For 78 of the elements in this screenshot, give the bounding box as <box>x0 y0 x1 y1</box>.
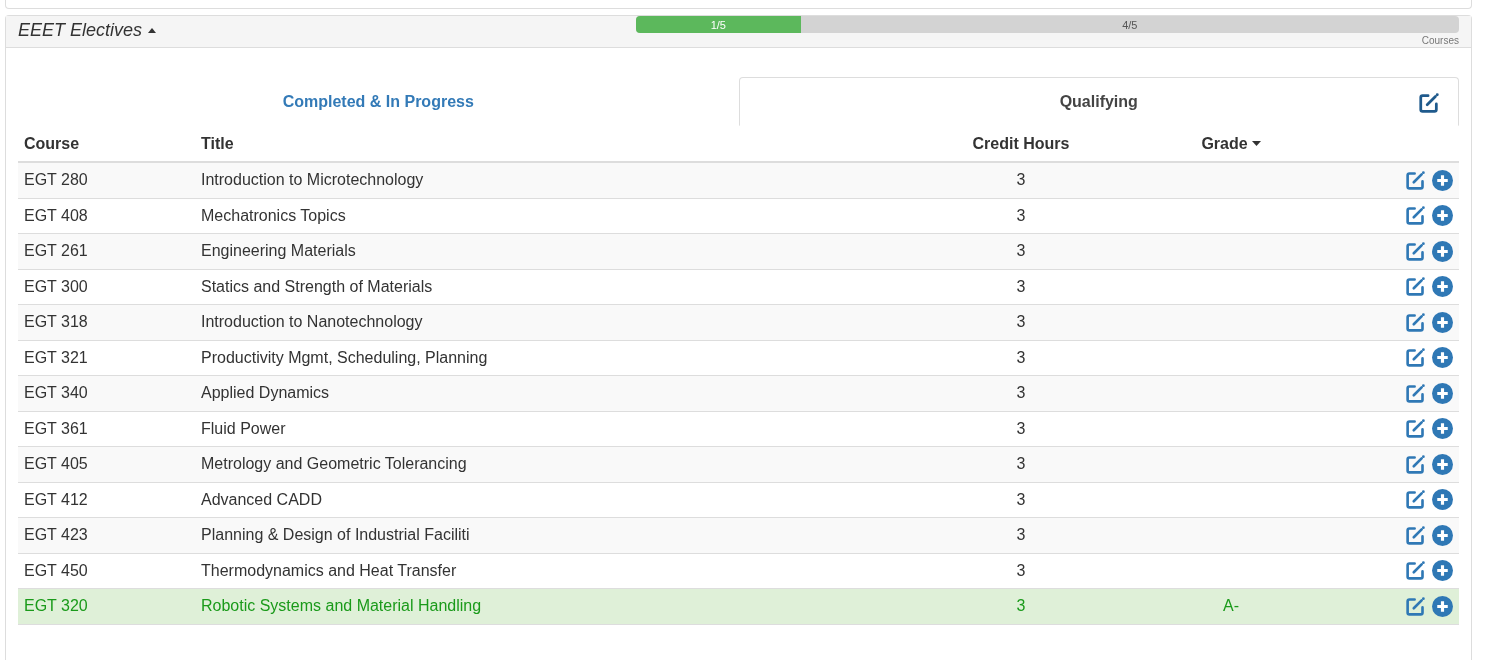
table-cell: EGT 320 <box>24 597 88 616</box>
add-icon[interactable] <box>1432 524 1453 546</box>
edit-icon[interactable] <box>1418 92 1440 114</box>
edit-icon[interactable] <box>1405 240 1426 262</box>
add-icon[interactable] <box>1432 418 1453 440</box>
edit-icon[interactable] <box>1405 560 1426 582</box>
table-cell: Robotic Systems and Material Handling <box>201 597 482 616</box>
edit-icon[interactable] <box>1405 524 1426 546</box>
table-cell: EGT 340 <box>24 384 88 403</box>
table-cell: EGT 423 <box>24 526 88 545</box>
table-cell: Productivity Mgmt, Scheduling, Planning <box>201 348 488 367</box>
edit-icon[interactable] <box>1405 311 1426 333</box>
table-cell: 3 <box>1016 597 1026 616</box>
column-header: Title <box>201 134 234 153</box>
progress-fill: 1/5 <box>636 16 801 33</box>
add-icon[interactable] <box>1432 240 1453 262</box>
table-cell: EGT 450 <box>24 561 88 580</box>
table-cell: Fluid Power <box>201 419 286 438</box>
table-cell: EGT 321 <box>24 348 88 367</box>
progress-remaining: 4/5 <box>1121 17 1139 33</box>
table-cell: Advanced CADD <box>201 490 322 509</box>
add-icon[interactable] <box>1432 205 1453 227</box>
table-cell: 3 <box>1016 242 1026 261</box>
column-header: Credit Hours <box>972 134 1070 153</box>
table-cell: Metrology and Geometric Tolerancing <box>201 455 467 474</box>
table-cell: 3 <box>1016 277 1026 296</box>
table-cell: Applied Dynamics <box>201 384 330 403</box>
add-icon[interactable] <box>1432 311 1453 333</box>
add-icon[interactable] <box>1432 453 1453 475</box>
add-icon[interactable] <box>1432 347 1453 369</box>
edit-icon[interactable] <box>1405 169 1426 191</box>
table-cell: 3 <box>1016 384 1026 403</box>
progress-unit: Courses <box>1421 35 1459 46</box>
add-icon[interactable] <box>1432 169 1453 191</box>
table-cell: Statics and Strength of Materials <box>201 277 433 296</box>
table-cell: 3 <box>1016 313 1026 332</box>
table-cell: EGT 318 <box>24 313 88 332</box>
edit-icon[interactable] <box>1405 205 1426 227</box>
table-cell: 3 <box>1016 561 1026 580</box>
table-cell: 3 <box>1016 171 1026 190</box>
table-cell: Mechatronics Topics <box>201 206 346 225</box>
add-icon[interactable] <box>1432 276 1453 298</box>
table-cell: Introduction to Nanotechnology <box>201 313 423 332</box>
tab[interactable]: Qualifying <box>738 77 1459 126</box>
table-cell: EGT 300 <box>24 277 88 296</box>
table-cell: Planning & Design of Industrial Faciliti <box>201 526 470 545</box>
caret-icon <box>148 28 157 33</box>
table-cell: EGT 261 <box>24 242 88 261</box>
table-cell: 3 <box>1016 348 1026 367</box>
table-cell: Introduction to Microtechnology <box>201 171 424 190</box>
table-cell: EGT 280 <box>24 171 88 190</box>
table-cell: Thermodynamics and Heat Transfer <box>201 561 457 580</box>
column-header[interactable]: Grade <box>1201 134 1248 153</box>
column-header: Course <box>24 134 80 153</box>
table-cell: 3 <box>1016 206 1026 225</box>
edit-icon[interactable] <box>1405 489 1426 511</box>
add-icon[interactable] <box>1432 560 1453 582</box>
add-icon[interactable] <box>1432 595 1453 617</box>
edit-icon[interactable] <box>1405 347 1426 369</box>
edit-icon[interactable] <box>1405 453 1426 475</box>
edit-icon[interactable] <box>1405 418 1426 440</box>
add-icon[interactable] <box>1432 489 1453 511</box>
sort-caret-icon <box>1251 141 1261 146</box>
table-cell: Engineering Materials <box>201 242 356 261</box>
table-cell: 3 <box>1016 526 1026 545</box>
table-cell: 3 <box>1016 419 1026 438</box>
table-cell: 3 <box>1016 490 1026 509</box>
edit-icon[interactable] <box>1405 382 1426 404</box>
table-cell: EGT 412 <box>24 490 88 509</box>
add-icon[interactable] <box>1432 382 1453 404</box>
table-cell: 3 <box>1016 455 1026 474</box>
section-toggle[interactable]: EEET Electives <box>18 20 157 41</box>
table-cell: EGT 408 <box>24 206 88 225</box>
table-cell: EGT 361 <box>24 419 88 438</box>
table-cell: A- <box>1223 597 1239 616</box>
edit-icon[interactable] <box>1405 595 1426 617</box>
edit-icon[interactable] <box>1405 276 1426 298</box>
table-cell: EGT 405 <box>24 455 88 474</box>
